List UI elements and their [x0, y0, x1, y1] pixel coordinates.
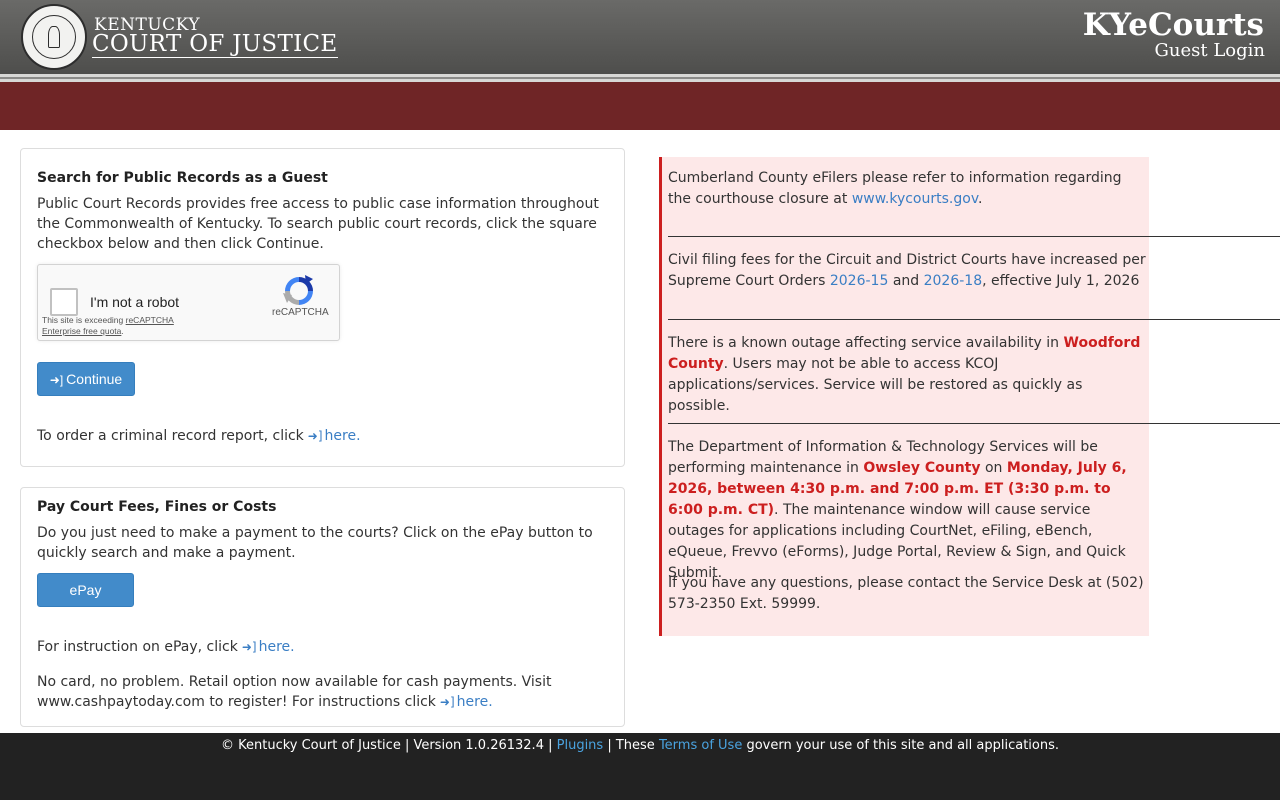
notice-text: . — [978, 191, 983, 207]
site-footer: © Kentucky Court of Justice | Version 1.… — [0, 733, 1280, 800]
kentucky-seal-logo[interactable] — [21, 4, 87, 70]
epay-button[interactable]: ePay — [37, 573, 134, 607]
announcements-panel: Cumberland County eFilers please refer t… — [659, 157, 1280, 636]
continue-button[interactable]: ➜] Continue — [37, 362, 135, 396]
cash-instructions-link-label: here. — [456, 694, 493, 710]
terms-of-use-link[interactable]: Terms of Use — [659, 738, 742, 753]
footer-text: | These — [607, 738, 655, 753]
continue-label: Continue — [66, 371, 123, 387]
sign-in-icon: ➜] — [241, 640, 257, 654]
recaptcha-quota-note: This site is exceeding reCAPTCHA Enterpr… — [42, 315, 202, 337]
epay-instruction-link[interactable]: ➜] here. — [238, 639, 295, 655]
recaptcha-note-end: . — [121, 326, 124, 336]
epay-instruction-text: For instruction on ePay, click — [37, 639, 238, 655]
notice-text: and — [892, 273, 920, 289]
footer-line: © Kentucky Court of Justice | Version 1.… — [0, 737, 1280, 755]
notice-woodford-outage: There is a known outage affecting servic… — [668, 333, 1146, 417]
panel-description: Do you just need to make a payment to th… — [37, 525, 593, 561]
notice-owsley-maintenance: The Department of Information & Technolo… — [668, 437, 1146, 584]
footer-copyright: © Kentucky Court of Justice | Version 1.… — [220, 738, 553, 753]
notice-cumberland: Cumberland County eFilers please refer t… — [668, 168, 1146, 210]
notice-divider — [668, 236, 1280, 237]
notice-highlight: Owsley County — [863, 460, 981, 476]
cash-instructions-link[interactable]: ➜] here. — [436, 694, 493, 710]
recaptcha-widget: I'm not a robot reCAPTCHA This site is e… — [37, 264, 340, 341]
criminal-report-link-label: here. — [324, 428, 361, 444]
notice-text: . Users may not be able to access KCOJ a… — [668, 356, 1083, 414]
footer-text: govern your use of this site and all app… — [746, 738, 1060, 753]
notice-text: There is a known outage affecting servic… — [668, 335, 1060, 351]
plugins-link[interactable]: Plugins — [557, 738, 604, 753]
sign-in-icon: ➜] — [439, 695, 455, 709]
notice-divider — [668, 423, 1280, 424]
seal-inner-ring — [32, 15, 76, 59]
notice-filing-fees: Civil filing fees for the Circuit and Di… — [668, 250, 1146, 292]
order-2026-15-link[interactable]: 2026-15 — [830, 273, 889, 289]
recaptcha-note-text: This site is exceeding — [42, 315, 126, 325]
panel-title: Search for Public Records as a Guest — [37, 170, 328, 186]
cash-payment-line: No card, no problem. Retail option now a… — [37, 672, 609, 712]
site-header: KENTUCKY COURT OF JUSTICE KYeCourts Gues… — [0, 0, 1280, 74]
recaptcha-label: I'm not a robot — [90, 294, 180, 310]
recaptcha-logo-icon — [283, 275, 313, 305]
notice-text: on — [984, 460, 1003, 476]
epay-instruction-link-label: here. — [258, 639, 295, 655]
guest-search-panel: Search for Public Records as a Guest Pub… — [20, 148, 625, 467]
kycourts-link[interactable]: www.kycourts.gov — [852, 191, 978, 207]
panel-description: Public Court Records provides free acces… — [37, 196, 599, 252]
recaptcha-checkbox[interactable] — [50, 288, 78, 316]
org-name-main[interactable]: COURT OF JUSTICE — [92, 31, 338, 58]
app-brand: KYeCourts — [1082, 7, 1264, 43]
page-subtitle: Guest Login — [1154, 40, 1265, 61]
sign-in-icon: ➜] — [307, 429, 323, 443]
seal-figure-icon — [48, 26, 60, 48]
recaptcha-brand: reCAPTCHA — [272, 307, 329, 318]
sign-in-icon: ➜] — [49, 373, 64, 387]
nav-band — [0, 82, 1280, 130]
notice-text: , effective July 1, 2026 — [982, 273, 1140, 289]
order-2026-18-link[interactable]: 2026-18 — [924, 273, 983, 289]
criminal-report-link[interactable]: ➜] here. — [304, 428, 361, 444]
criminal-report-line: To order a criminal record report, click… — [37, 426, 609, 446]
criminal-report-text: To order a criminal record report, click — [37, 428, 304, 444]
notice-divider — [668, 319, 1280, 320]
notice-service-desk: If you have any questions, please contac… — [668, 575, 1144, 612]
panel-title: Pay Court Fees, Fines or Costs — [37, 499, 277, 515]
pay-fees-panel: Pay Court Fees, Fines or Costs Do you ju… — [20, 487, 625, 727]
epay-instruction-line: For instruction on ePay, click ➜] here. — [37, 637, 609, 657]
